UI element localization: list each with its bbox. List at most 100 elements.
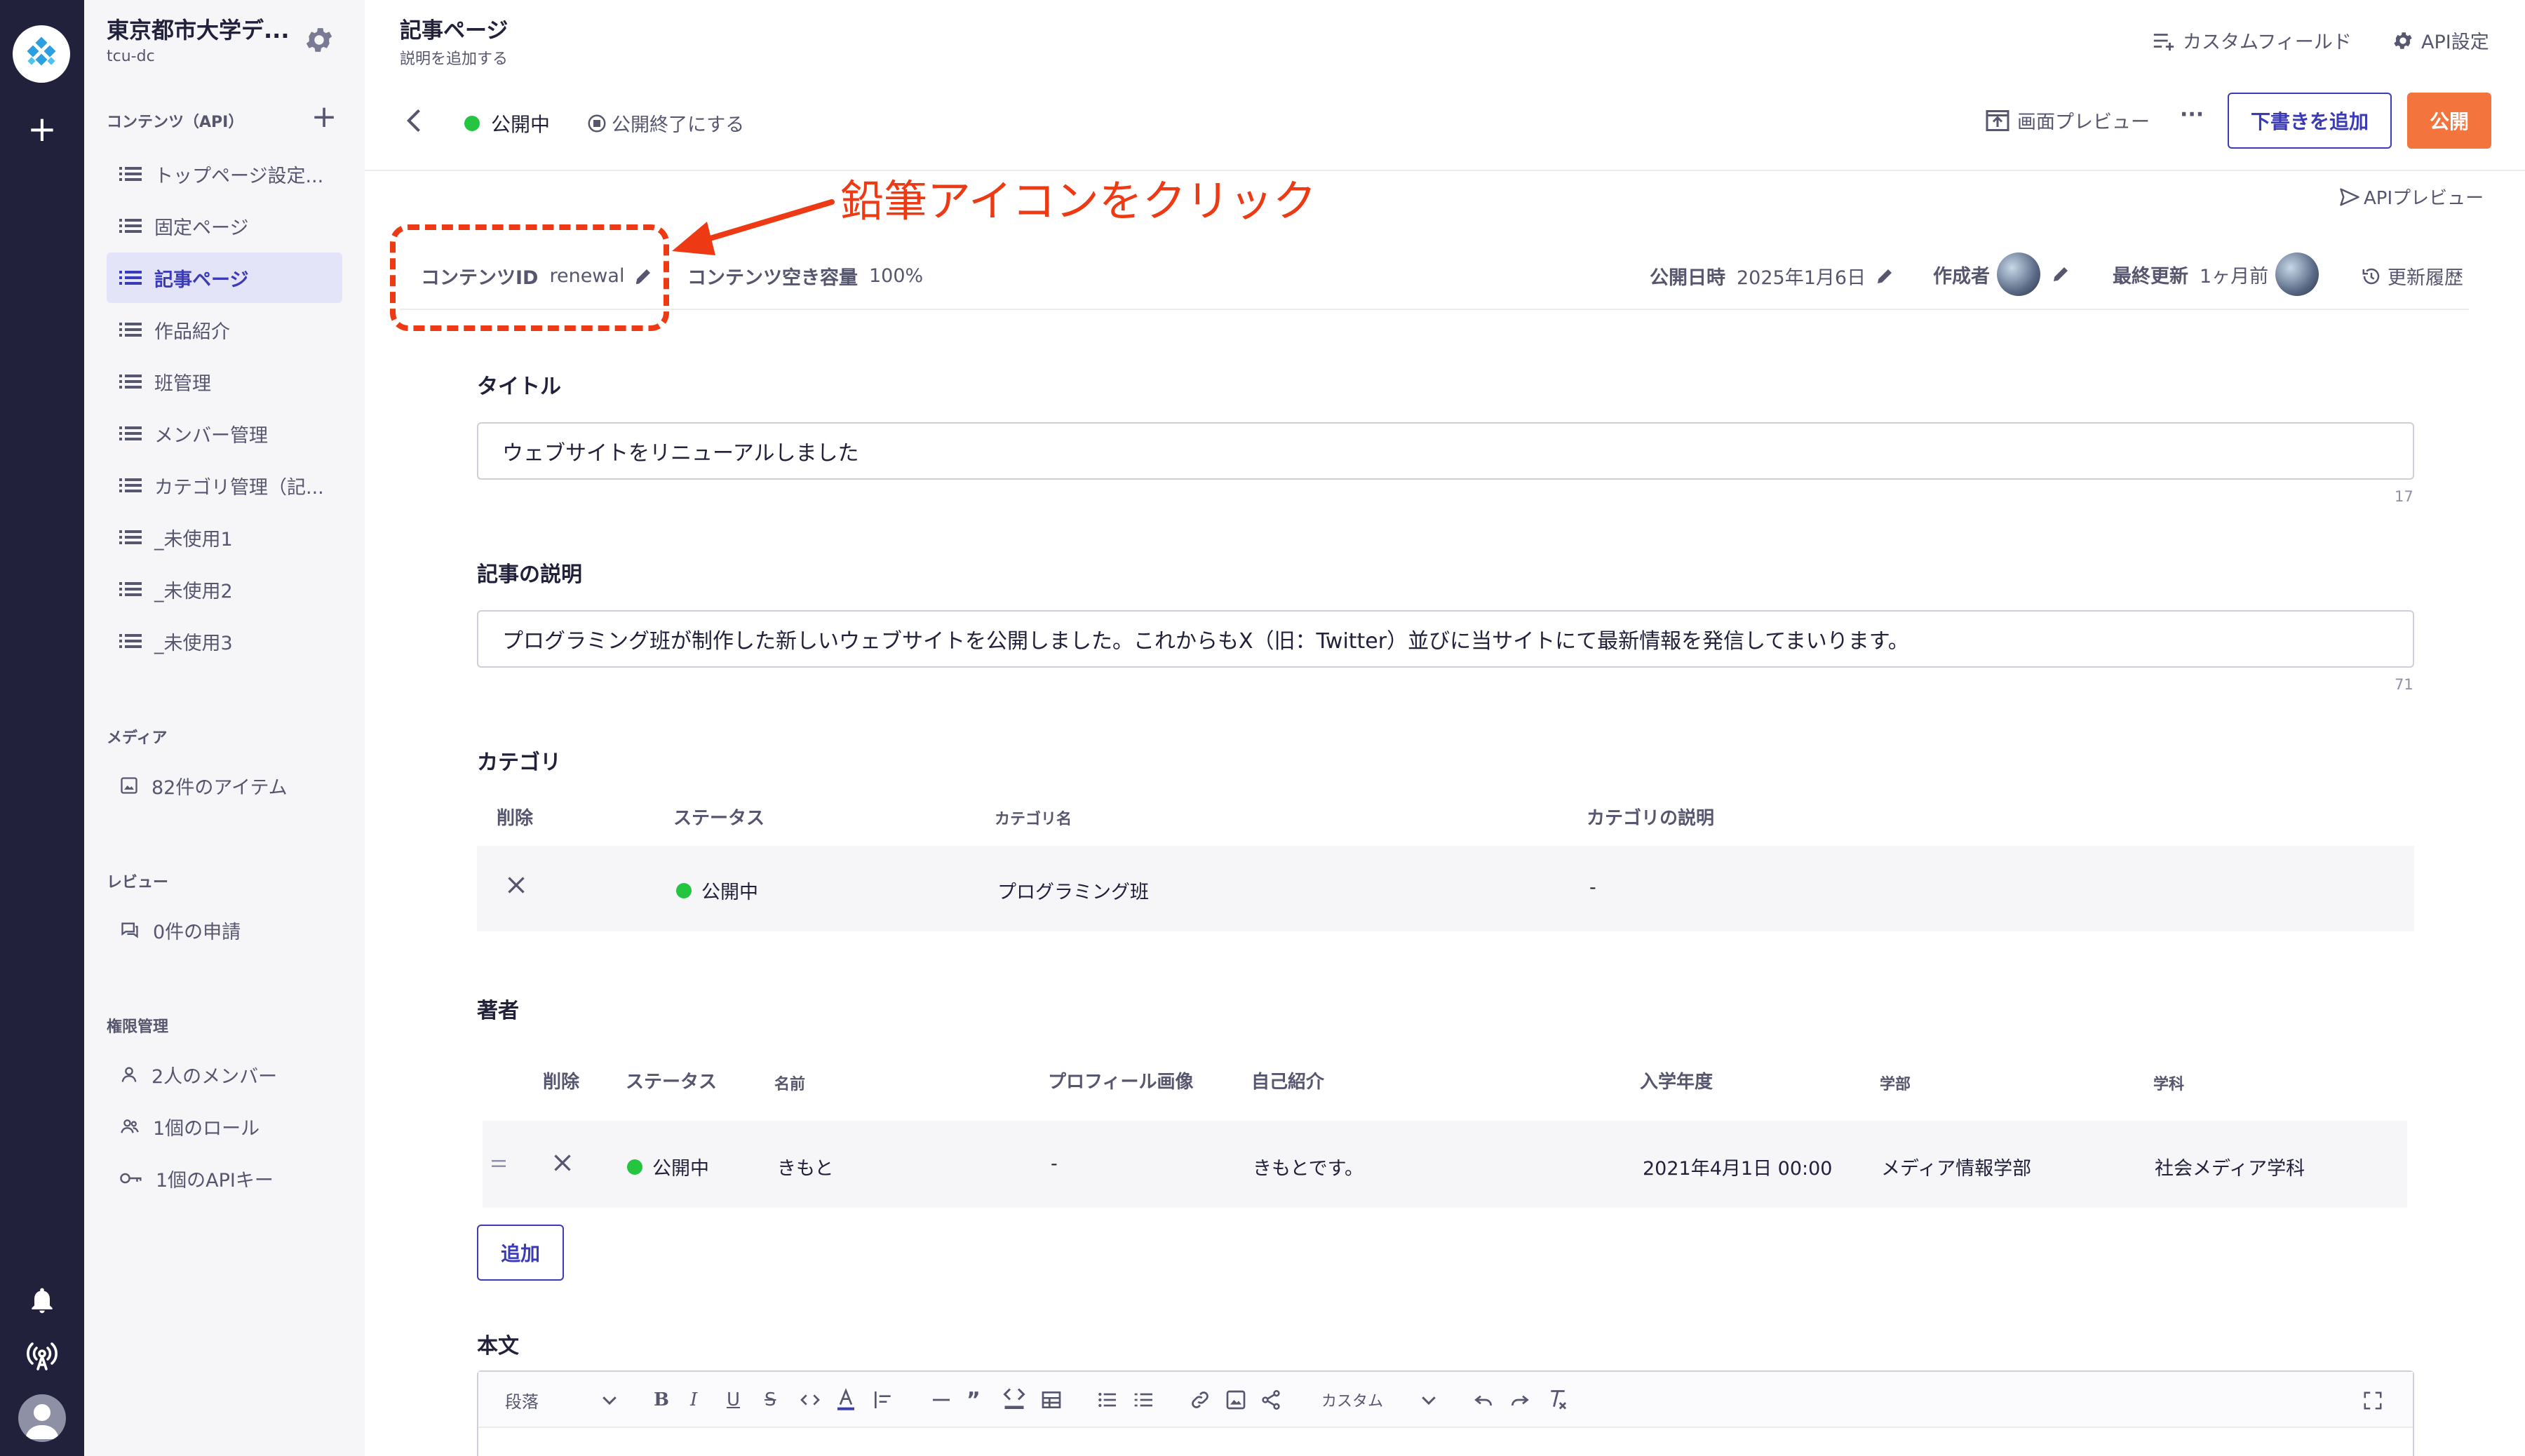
sidebar-item-label: 記事ページ — [154, 269, 249, 291]
sidebar-item-roles[interactable]: 1個のロール — [107, 1101, 342, 1152]
add-author-button[interactable]: 追加 — [477, 1225, 564, 1281]
sidebar-item-label: 作品紹介 — [154, 321, 230, 343]
pencil-icon[interactable] — [1874, 266, 1895, 287]
close-icon[interactable] — [504, 872, 529, 898]
status-dot-icon — [676, 882, 692, 898]
sidebar-item-label: _未使用2 — [154, 580, 233, 602]
stop-circle-icon — [588, 114, 606, 132]
chevron-down-icon — [602, 1396, 617, 1406]
list-icon — [119, 323, 142, 337]
back-arrow-icon[interactable] — [400, 105, 431, 136]
quote-icon[interactable]: ” — [967, 1387, 981, 1413]
category-header-status: ステータス — [673, 808, 765, 829]
fullscreen-icon[interactable] — [2362, 1390, 2383, 1414]
list-icon — [119, 478, 142, 492]
sidebar-item-unused1[interactable]: _未使用1 — [107, 512, 342, 562]
sidebar-item-members[interactable]: メンバー管理 — [107, 408, 342, 459]
author-intro: きもとです。 — [1253, 1158, 1364, 1180]
screen-preview-button[interactable]: 画面プレビュー — [1985, 107, 2150, 134]
list-icon — [119, 375, 142, 389]
italic-icon[interactable]: I — [690, 1387, 697, 1413]
app-logo-icon[interactable] — [13, 25, 70, 83]
broadcast-icon[interactable] — [25, 1340, 59, 1373]
sidebar-item-article-page[interactable]: 記事ページ — [107, 252, 342, 303]
user-avatar[interactable] — [18, 1394, 66, 1442]
list-icon — [119, 219, 142, 233]
category-field-label: カテゴリ — [477, 750, 561, 775]
sidebar-item-members-auth[interactable]: 2人のメンバー — [107, 1049, 342, 1100]
sidebar-item-media[interactable]: 82件のアイテム — [107, 760, 342, 811]
add-description-link[interactable]: 説明を追加する — [400, 46, 508, 69]
gear-icon — [2394, 32, 2412, 49]
close-icon[interactable] — [550, 1150, 575, 1175]
sidebar-item-fixed-page[interactable]: 固定ページ — [107, 201, 342, 251]
description-input[interactable]: プログラミング班が制作した新しいウェブサイトを公開しました。これからもX（旧：T… — [477, 610, 2414, 668]
bullet-list-icon[interactable] — [1096, 1389, 1119, 1414]
add-service-icon[interactable]: + — [27, 112, 58, 147]
strikethrough-icon[interactable]: S — [765, 1387, 776, 1413]
sidebar-item-categories[interactable]: カテゴリ管理（記... — [107, 460, 342, 511]
history-icon — [2362, 268, 2380, 284]
author-header-image: プロフィール画像 — [1048, 1072, 1194, 1093]
paragraph-select[interactable]: 段落 — [505, 1387, 620, 1413]
send-icon — [2340, 188, 2359, 205]
title-input[interactable]: ウェブサイトをリニューアルしました — [477, 422, 2414, 480]
api-settings-link[interactable]: API設定 — [2392, 27, 2489, 54]
api-preview-button[interactable]: APIプレビュー — [2338, 184, 2484, 210]
sidebar-item-top-page[interactable]: トップページ設定... — [107, 149, 342, 199]
author-header-name: 名前 — [774, 1076, 806, 1093]
sidebar-item-works[interactable]: 作品紹介 — [107, 304, 342, 355]
sidebar-item-groups[interactable]: 班管理 — [107, 356, 342, 407]
code-block-icon[interactable] — [1002, 1384, 1027, 1415]
updated-meta: 最終更新 1ヶ月前 — [2113, 252, 2329, 296]
drag-handle-icon[interactable] — [488, 1153, 509, 1174]
bell-icon[interactable] — [27, 1285, 58, 1316]
sidebar-item-unused2[interactable]: _未使用2 — [107, 564, 342, 614]
horizontal-rule-icon[interactable] — [930, 1389, 952, 1414]
unpublish-button[interactable]: 公開終了にする — [586, 109, 744, 137]
image-icon[interactable] — [1225, 1389, 1247, 1414]
category-description: - — [1589, 877, 1596, 898]
author-year: 2021年4月1日 00:00 — [1643, 1158, 1833, 1180]
description-char-count: 71 — [2395, 676, 2413, 693]
underline-icon[interactable]: U — [727, 1387, 740, 1413]
preview-icon — [1986, 109, 2009, 131]
custom-block-select[interactable]: カスタム — [1321, 1387, 1439, 1413]
link-icon[interactable] — [1188, 1389, 1212, 1414]
list-icon — [119, 634, 142, 648]
more-menu-button[interactable]: ··· — [2180, 102, 2204, 127]
sidebar-item-unused3[interactable]: _未使用3 — [107, 616, 342, 666]
numbered-list-icon[interactable] — [1132, 1389, 1156, 1414]
align-icon[interactable] — [871, 1389, 895, 1414]
media-section-heading: メディア — [107, 729, 168, 747]
sidebar-item-label: メンバー管理 — [154, 424, 268, 447]
author-header-faculty: 学部 — [1880, 1076, 1911, 1093]
publish-button[interactable]: 公開 — [2407, 93, 2491, 149]
clear-format-icon[interactable] — [1546, 1387, 1570, 1415]
title-char-count: 17 — [2395, 488, 2413, 505]
share-icon[interactable] — [1260, 1389, 1282, 1414]
add-api-icon[interactable]: + — [310, 102, 338, 133]
gear-icon[interactable] — [303, 24, 335, 56]
author-table-row — [483, 1121, 2407, 1208]
author-header-status: ステータス — [626, 1072, 718, 1093]
history-button[interactable]: 更新履歴 — [2361, 262, 2463, 290]
text-color-icon[interactable] — [835, 1387, 857, 1415]
sidebar-item-review[interactable]: 0件の申請 — [107, 905, 342, 955]
code-icon[interactable] — [798, 1389, 822, 1414]
category-header-delete: 削除 — [497, 808, 534, 829]
redo-icon[interactable] — [1508, 1389, 1532, 1414]
chat-icon — [121, 922, 138, 938]
custom-field-link[interactable]: カスタムフィールド — [2152, 27, 2352, 54]
undo-icon[interactable] — [1472, 1389, 1495, 1414]
pencil-icon[interactable] — [2050, 264, 2071, 285]
annotation-arrow-icon — [672, 199, 835, 255]
capacity-meta: コンテンツ空き容量 100% — [687, 262, 923, 290]
author-dept: 社会メディア学科 — [2155, 1158, 2305, 1180]
sidebar-item-label: 1個のロール — [153, 1117, 260, 1140]
sidebar-item-api-keys[interactable]: 1個のAPIキー — [107, 1153, 342, 1204]
updated-value: 1ヶ月前 — [2200, 265, 2269, 288]
bold-icon[interactable]: B — [654, 1387, 669, 1413]
add-draft-button[interactable]: 下書きを追加 — [2228, 93, 2392, 149]
table-icon[interactable] — [1039, 1389, 1063, 1414]
